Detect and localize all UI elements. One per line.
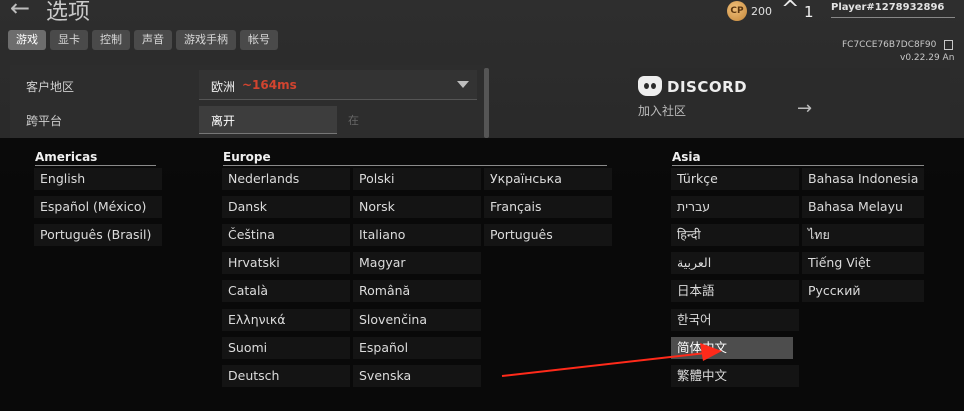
region-heading-europe: Europe: [223, 150, 271, 164]
settings-scrollbar[interactable]: [484, 68, 489, 138]
back-arrow-icon[interactable]: ←: [10, 0, 30, 22]
tab-gamepad[interactable]: 游戏手柄: [176, 30, 236, 50]
language-option[interactable]: Čeština: [222, 224, 350, 246]
tab-sound[interactable]: 声音: [134, 30, 172, 50]
language-option[interactable]: العربية: [671, 252, 799, 274]
crossplay-label: 跨平台: [26, 114, 63, 128]
language-option[interactable]: Türkçe: [671, 168, 799, 190]
level-chevron-icon: ^: [781, 0, 800, 22]
language-option[interactable]: Ελληνικά: [222, 309, 350, 331]
region-heading-americas: Americas: [35, 150, 98, 164]
language-option[interactable]: हिन्दी: [671, 224, 799, 246]
language-option[interactable]: ไทย: [802, 224, 924, 246]
language-option[interactable]: Bahasa Indonesia: [802, 168, 924, 190]
language-option[interactable]: Français: [484, 196, 612, 218]
language-option[interactable]: Dansk: [222, 196, 350, 218]
language-option[interactable]: Português (Brasil): [34, 224, 162, 246]
language-option[interactable]: Українська: [484, 168, 612, 190]
chevron-down-icon[interactable]: [457, 81, 469, 88]
tab-account[interactable]: 帐号: [240, 30, 278, 50]
language-option[interactable]: Русский: [802, 280, 924, 302]
region-value: 欧洲: [211, 80, 236, 94]
crossplay-leave-label: 离开: [211, 114, 236, 128]
region-ping: ~164ms: [242, 78, 297, 92]
language-option[interactable]: Norsk: [353, 196, 481, 218]
crossplay-side-text: 在: [348, 114, 359, 127]
language-option[interactable]: English: [34, 168, 162, 190]
page-title: 选项: [46, 0, 91, 25]
arrow-right-icon[interactable]: →: [797, 98, 812, 119]
language-option[interactable]: עברית: [671, 196, 799, 218]
language-option[interactable]: Español (México): [34, 196, 162, 218]
discord-join-text: 加入社区: [638, 104, 687, 118]
language-option-selected[interactable]: 简体中文: [671, 337, 793, 359]
tab-game[interactable]: 游戏: [8, 30, 46, 50]
language-option[interactable]: Español: [353, 337, 481, 359]
language-option[interactable]: 繁體中文: [671, 365, 799, 387]
language-option[interactable]: 한국어: [671, 309, 799, 331]
settings-tabs: 游戏 显卡 控制 声音 游戏手柄 帐号: [8, 30, 278, 50]
discord-icon: [638, 76, 662, 96]
version-label: v0.22.29 An: [900, 53, 955, 63]
language-option[interactable]: Tiếng Việt: [802, 252, 924, 274]
copy-icon[interactable]: [944, 40, 953, 50]
language-option[interactable]: Magyar: [353, 252, 481, 274]
language-option[interactable]: Polski: [353, 168, 481, 190]
language-option[interactable]: Hrvatski: [222, 252, 350, 274]
language-option[interactable]: Nederlands: [222, 168, 350, 190]
language-option[interactable]: Bahasa Melayu: [802, 196, 924, 218]
cp-amount: 200: [751, 5, 772, 18]
language-option[interactable]: Română: [353, 280, 481, 302]
region-divider: [223, 165, 607, 166]
discord-brand: DISCORD: [667, 78, 748, 96]
language-option[interactable]: Italiano: [353, 224, 481, 246]
tab-graphics[interactable]: 显卡: [50, 30, 88, 50]
language-option[interactable]: Svenska: [353, 365, 481, 387]
region-divider: [35, 165, 156, 166]
tab-controls[interactable]: 控制: [92, 30, 130, 50]
player-id: FC7CCE76B7DC8F90: [842, 40, 937, 50]
region-divider: [672, 165, 924, 166]
player-level: 1: [804, 3, 814, 21]
language-option[interactable]: Català: [222, 280, 350, 302]
language-option[interactable]: Suomi: [222, 337, 350, 359]
language-option[interactable]: 日本語: [671, 280, 799, 302]
language-option[interactable]: Deutsch: [222, 365, 350, 387]
player-name: Player#1278932896: [831, 2, 945, 13]
language-option[interactable]: Português: [484, 224, 612, 246]
region-heading-asia: Asia: [672, 150, 701, 164]
region-label: 客户地区: [26, 80, 75, 94]
region-dropdown[interactable]: [199, 70, 477, 100]
cp-coin-icon: CP: [727, 1, 747, 21]
player-name-divider: [831, 17, 955, 18]
language-option[interactable]: Slovenčina: [353, 309, 481, 331]
